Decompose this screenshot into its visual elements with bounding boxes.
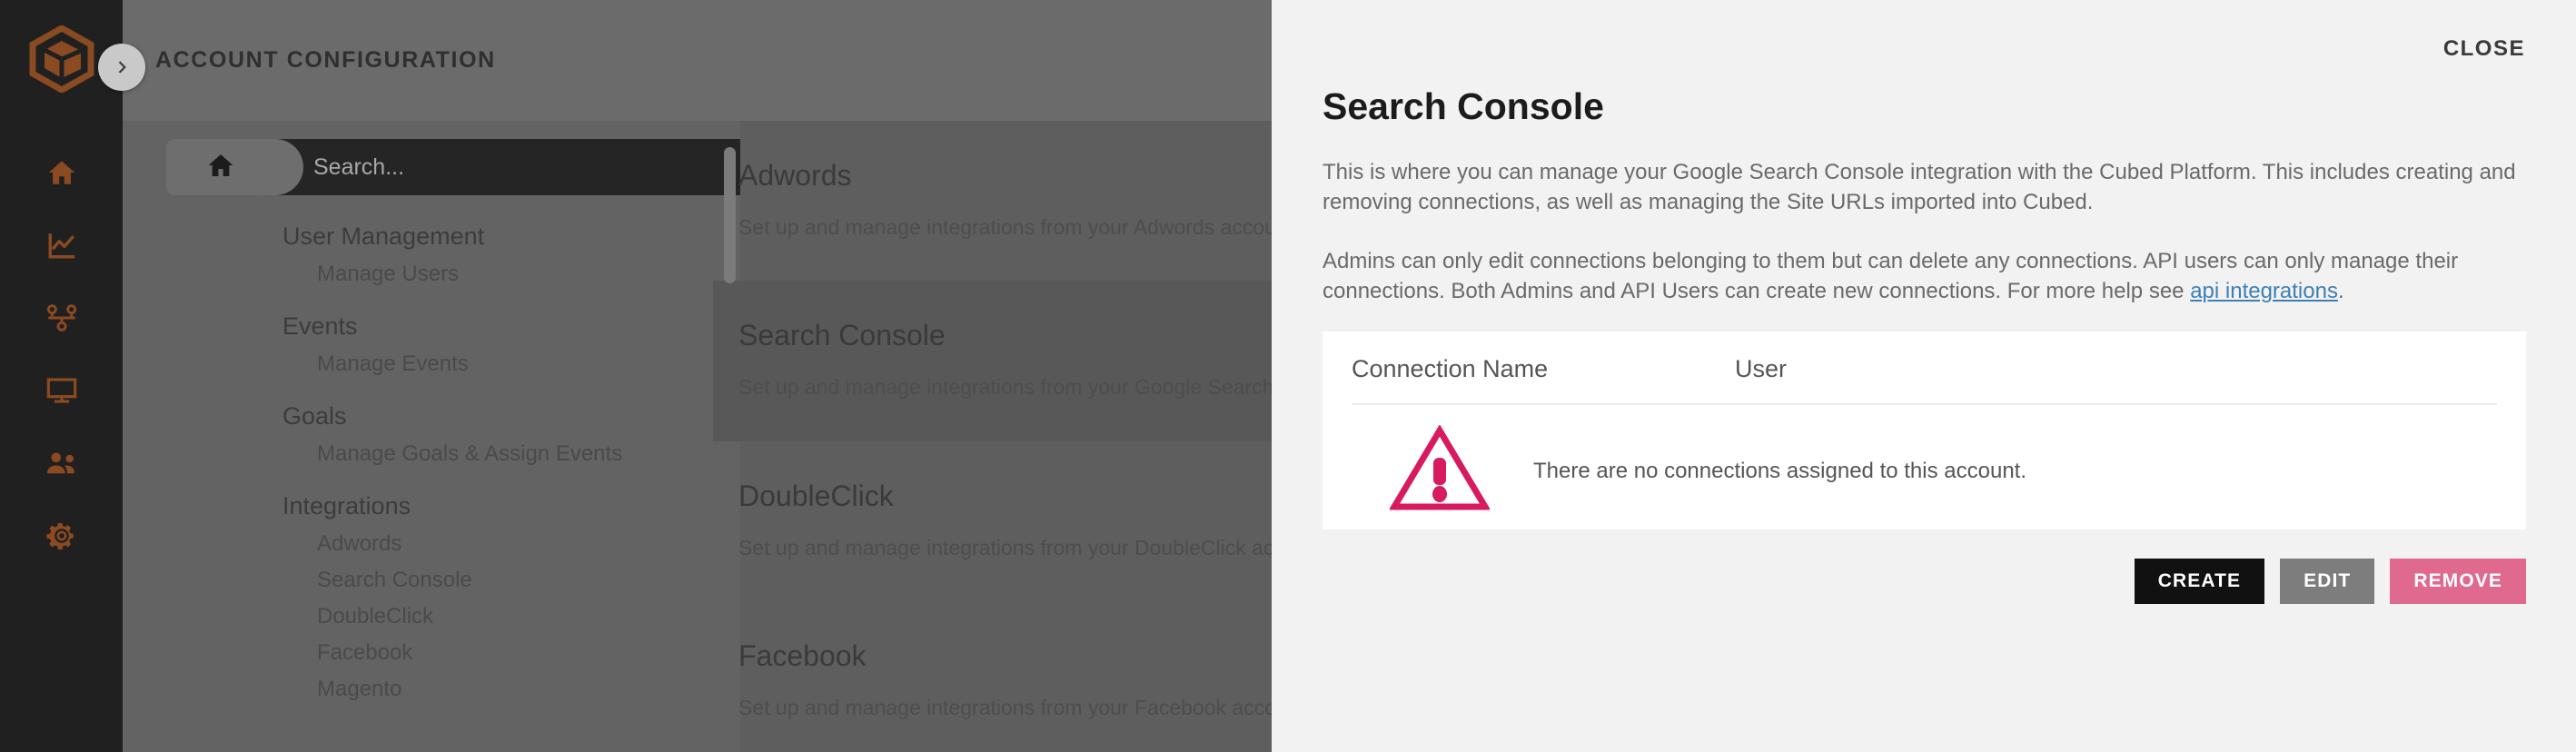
menu-group-title: Integrations	[282, 492, 411, 519]
drawer-paragraph-1: This is where you can manage your Google…	[1323, 160, 2516, 215]
menu-group: Goals Manage Goals & Assign Events	[123, 397, 740, 472]
home-icon	[206, 151, 235, 184]
icon-rail	[0, 0, 123, 752]
drawer-title: Search Console	[1323, 85, 1604, 127]
edit-button[interactable]: EDIT	[2280, 559, 2375, 605]
gear-icon	[46, 520, 77, 551]
sidebar-item-channels[interactable]	[0, 354, 123, 427]
rail-icon-list	[0, 136, 123, 572]
create-button[interactable]: CREATE	[2134, 559, 2265, 605]
menu-group: User Management Manage Users	[123, 217, 740, 292]
search-console-drawer: CLOSE Search Console This is where you c…	[1272, 0, 2576, 752]
remove-button[interactable]: REMOVE	[2390, 559, 2526, 605]
drawer-action-buttons: CREATE EDIT REMOVE	[1323, 559, 2526, 605]
close-button[interactable]: CLOSE	[2443, 36, 2525, 62]
sidebar-item-home[interactable]	[0, 136, 123, 209]
users-icon	[45, 450, 79, 477]
config-menu-column: User Management Manage Users Events Mana…	[123, 121, 740, 752]
menu-group-title: Goals	[282, 402, 347, 430]
sidebar-item-attribution[interactable]	[0, 282, 123, 354]
menu-home-button[interactable]	[166, 139, 303, 195]
menu-item-magento[interactable]: Magento	[123, 671, 740, 707]
config-menu-list: User Management Manage Users Events Mana…	[123, 217, 740, 722]
search-row	[166, 139, 740, 195]
menu-item-search-console[interactable]: Search Console	[123, 562, 740, 599]
menu-item-doubleclick[interactable]: DoubleClick	[123, 599, 740, 635]
menu-item-facebook[interactable]: Facebook	[123, 635, 740, 671]
app-root: ACCOUNT CONFIGURATION User Management	[0, 0, 2576, 752]
menu-group: Integrations Adwords Search Console Doub…	[123, 487, 740, 707]
menu-group-title: User Management	[282, 223, 485, 250]
warning-triangle-icon	[1388, 424, 1491, 517]
menu-item-adwords[interactable]: Adwords	[123, 526, 740, 562]
monitor-icon	[45, 376, 78, 405]
table-header-row: Connection Name User	[1352, 355, 2497, 406]
drawer-paragraph-2: Admins can only edit connections belongi…	[1323, 246, 2525, 306]
home-icon	[46, 157, 77, 188]
empty-state-message: There are no connections assigned to thi…	[1533, 458, 2026, 483]
column-header-user: User	[1735, 355, 1788, 383]
menu-group-title: Events	[282, 312, 358, 340]
chevron-right-icon	[113, 58, 131, 76]
column-header-connection-name: Connection Name	[1352, 355, 1549, 383]
sitemap-icon	[45, 303, 78, 332]
api-integrations-link[interactable]: api integrations	[2190, 279, 2338, 303]
cube-logo-icon[interactable]	[28, 24, 95, 94]
sidebar-item-analytics[interactable]	[0, 209, 123, 282]
sidebar-item-settings[interactable]	[0, 500, 123, 572]
menu-item-manage-goals[interactable]: Manage Goals & Assign Events	[123, 436, 740, 472]
chart-icon	[46, 230, 77, 261]
card-list-scrollbar[interactable]	[724, 147, 736, 283]
search-input[interactable]	[275, 139, 740, 195]
connections-table: Connection Name User There are no connec…	[1323, 331, 2526, 530]
drawer-paragraph-2-suffix: .	[2337, 279, 2344, 304]
page-title: ACCOUNT CONFIGURATION	[155, 47, 496, 73]
sidebar-item-audience[interactable]	[0, 427, 123, 500]
menu-item-manage-events[interactable]: Manage Events	[123, 346, 740, 382]
expand-sidebar-button[interactable]	[98, 44, 145, 91]
empty-state-row: There are no connections assigned to thi…	[1352, 405, 2497, 517]
menu-item-manage-users[interactable]: Manage Users	[123, 256, 740, 292]
menu-group: Events Manage Events	[123, 307, 740, 382]
